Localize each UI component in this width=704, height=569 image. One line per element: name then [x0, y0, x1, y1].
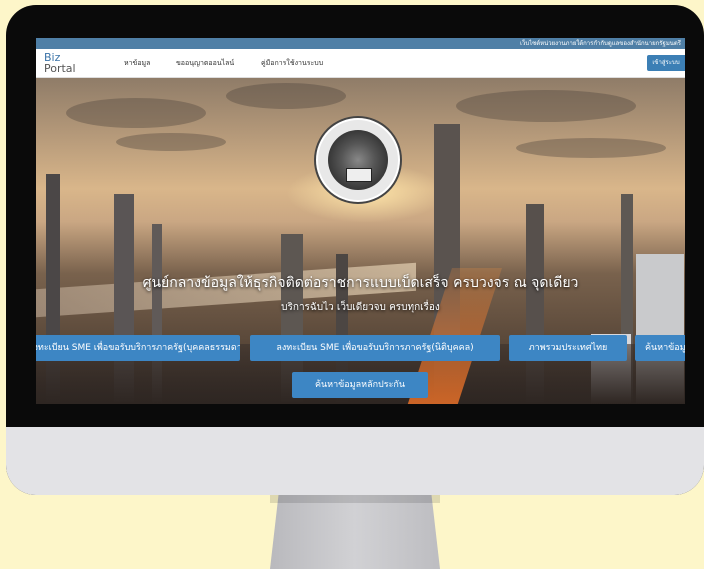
nav-search-info[interactable]: หาข้อมูล [124, 58, 150, 69]
cloud [66, 98, 206, 128]
nav-user-manual[interactable]: คู่มือการใช้งานระบบ [261, 58, 323, 69]
search-collateral-button[interactable]: ค้นหาข้อมูลหลักประกัน [292, 372, 428, 398]
register-sme-juristic-button[interactable]: ลงทะเบียน SME เพื่อขอรับบริการภาครัฐ(นิต… [250, 335, 500, 361]
screen: เว็บไซต์หน่วยงานภายใต้การกำกับดูแลของสำน… [36, 38, 685, 404]
login-button[interactable]: เข้าสู่ระบบ [647, 55, 685, 71]
cloud [226, 83, 346, 109]
bizportal-logo[interactable]: Biz Portal [44, 52, 76, 74]
hero-subline: บริการฉับไว เว็บเดียวจบ ครบทุกเรื่อง [281, 302, 440, 313]
hero-headline: ศูนย์กลางข้อมูลให้ธุรกิจติดต่อราชการแบบเ… [142, 275, 579, 291]
monitor-stand [270, 495, 440, 569]
monitor-chin [6, 427, 704, 495]
register-sme-individual-button[interactable]: ลงทะเบียน SME เพื่อขอรับบริการภาครัฐ(บุค… [36, 335, 240, 361]
navbar: Biz Portal หาข้อมูล ขออนุญาตออนไลน์ คู่ม… [36, 49, 685, 78]
thailand-overview-button[interactable]: ภาพรวมประเทศไทย [509, 335, 627, 361]
top-notice: เว็บไซต์หน่วยงานภายใต้การกำกับดูแลของสำน… [36, 38, 685, 49]
monitor-frame: เว็บไซต์หน่วยงานภายใต้การกำกับดูแลของสำน… [6, 5, 704, 495]
government-seal-icon [316, 118, 400, 202]
nav-online-permit[interactable]: ขออนุญาตออนไลน์ [176, 58, 234, 69]
stand-shadow [270, 495, 440, 503]
cloud [516, 138, 666, 158]
seal-banner [346, 168, 372, 182]
cloud [116, 133, 226, 151]
hero-banner: ศูนย์กลางข้อมูลให้ธุรกิจติดต่อราชการแบบเ… [36, 78, 685, 404]
cloud [456, 90, 636, 122]
logo-line2: Portal [44, 62, 76, 75]
search-info-button[interactable]: ค้นหาข้อมูล [635, 335, 685, 361]
